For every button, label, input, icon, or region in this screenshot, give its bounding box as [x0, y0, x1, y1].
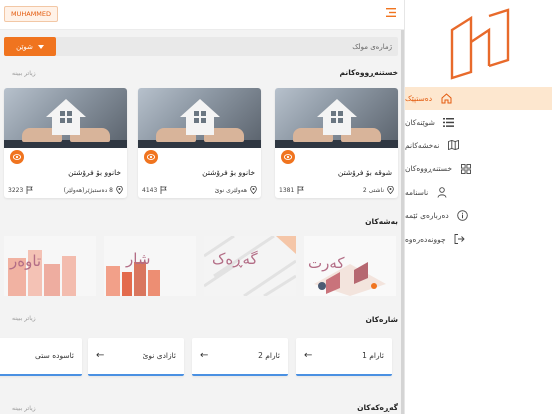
- category-tile-tower[interactable]: تاوەر: [4, 236, 96, 296]
- list-icon: [443, 116, 455, 128]
- category-label: تاوەر: [10, 252, 42, 270]
- property-number-input[interactable]: [72, 37, 392, 56]
- sidebar: دەستپێک شوێنەکان نەخشەکانم خستنەڕووەکان …: [404, 0, 552, 414]
- user-icon: [436, 186, 448, 198]
- location-pin-icon: [116, 186, 123, 194]
- property-area: 1381: [279, 186, 305, 194]
- brand-logo: [450, 8, 510, 80]
- info-icon: [457, 210, 469, 222]
- view-icon[interactable]: [144, 150, 158, 164]
- user-name: MUHAMMED: [11, 10, 52, 18]
- property-location: ناشتی 2: [363, 186, 394, 194]
- city-card[interactable]: ئاسودە ستی: [0, 338, 82, 376]
- home-icon: [440, 93, 452, 105]
- category-tile-neighborhood[interactable]: گەڕەک: [204, 236, 296, 296]
- flag-icon: [160, 186, 168, 194]
- arrow-left-icon: ←: [96, 350, 105, 361]
- user-chip[interactable]: MUHAMMED: [4, 6, 59, 22]
- category-label: کەرت: [308, 254, 345, 272]
- property-card[interactable]: خانوو بۆ فرۆشتن 3223 8 دەستبژێر(هەولێر): [4, 88, 127, 198]
- category-tile-sector[interactable]: کەرت: [304, 236, 396, 296]
- grid-icon: [460, 163, 472, 175]
- property-image: [275, 88, 398, 148]
- flag-icon: [297, 186, 305, 194]
- property-card[interactable]: خانوو بۆ فرۆشتن 4143 هەولێری نوێ: [138, 88, 261, 198]
- sidebar-item-about[interactable]: دەربارەی ئێمە: [405, 204, 552, 227]
- city-name: ئاسودە ستی: [35, 351, 74, 360]
- category-label: گەڕەک: [212, 250, 258, 268]
- property-area: 4143: [142, 186, 168, 194]
- search-bar: شوێن: [4, 37, 398, 56]
- location-dropdown-label: شوێن: [16, 42, 33, 51]
- sidebar-item-home[interactable]: دەستپێک: [405, 87, 552, 111]
- city-card[interactable]: ← ئارام 2: [192, 338, 288, 376]
- property-title: شوقە بۆ فرۆشتن: [337, 168, 392, 177]
- location-pin-icon: [387, 186, 394, 194]
- arrow-left-icon: ←: [304, 350, 313, 361]
- city-card[interactable]: ← ئارام 1: [296, 338, 392, 376]
- view-icon[interactable]: [281, 150, 295, 164]
- section-title-neighborhoods: گەڕەکەکان: [357, 403, 398, 412]
- sidebar-item-places[interactable]: شوێنەکان: [405, 110, 552, 133]
- location-dropdown-button[interactable]: شوێن: [4, 37, 56, 56]
- section-title-projects: خستنەڕووەکانم: [339, 68, 398, 77]
- category-tile-city[interactable]: شار: [104, 236, 196, 296]
- section-title-categories: بەشەکان: [365, 217, 398, 226]
- property-title: خانوو بۆ فرۆشتن: [202, 168, 255, 177]
- view-icon[interactable]: [10, 150, 24, 164]
- property-location: هەولێری نوێ: [215, 186, 257, 194]
- city-card[interactable]: ← ئازادی نوێ: [88, 338, 184, 376]
- caret-down-icon: [37, 44, 44, 49]
- city-name: ئارام 1: [362, 351, 384, 360]
- city-name: ئارام 2: [258, 351, 280, 360]
- property-image: [138, 88, 261, 148]
- property-card[interactable]: شوقە بۆ فرۆشتن 1381 ناشتی 2: [275, 88, 398, 198]
- see-more-projects[interactable]: زیاتر ببینە: [12, 70, 36, 77]
- flag-icon: [26, 186, 34, 194]
- sidebar-item-profile[interactable]: ناسنامە: [405, 181, 552, 204]
- category-label: شار: [126, 250, 151, 268]
- property-title: خانوو بۆ فرۆشتن: [68, 168, 121, 177]
- sidebar-item-maps[interactable]: نەخشەکانم: [405, 134, 552, 157]
- property-location: 8 دەستبژێر(هەولێر): [64, 186, 123, 194]
- property-area: 3223: [8, 186, 34, 194]
- menu-icon[interactable]: [386, 8, 396, 17]
- section-title-cities: شارەکان: [365, 315, 398, 324]
- property-image: [4, 88, 127, 148]
- sidebar-item-logout[interactable]: چوونەدەرەوە: [405, 227, 552, 250]
- see-more-neighborhoods[interactable]: زیاتر ببینە: [12, 405, 36, 412]
- logout-icon: [454, 233, 466, 245]
- map-icon: [447, 139, 459, 151]
- sidebar-item-listings[interactable]: خستنەڕووەکان: [405, 157, 552, 180]
- top-bar: MUHAMMED: [0, 0, 404, 30]
- see-more-cities[interactable]: زیاتر ببینە: [12, 315, 36, 322]
- arrow-left-icon: ←: [200, 350, 209, 361]
- location-pin-icon: [250, 186, 257, 194]
- city-name: ئازادی نوێ: [142, 351, 176, 360]
